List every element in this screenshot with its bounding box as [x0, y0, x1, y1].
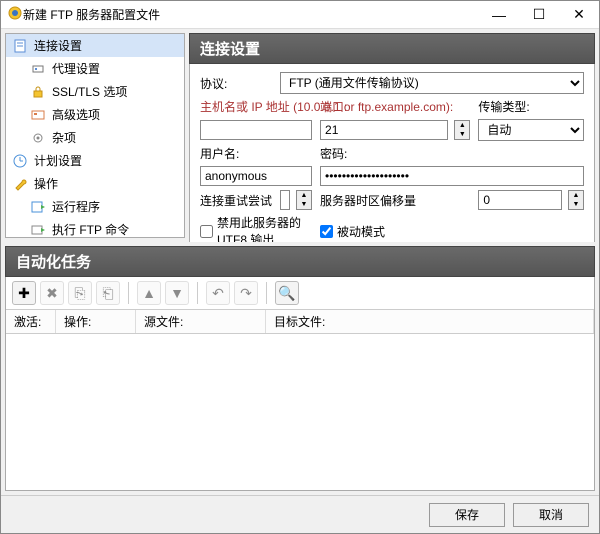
retry-input[interactable] [280, 190, 290, 210]
redo-button[interactable]: ↷ [234, 281, 258, 305]
tz-label: 服务器时区偏移量 [320, 192, 470, 209]
window-title: 新建 FTP 服务器配置文件 [23, 6, 479, 23]
port-input[interactable] [320, 120, 448, 140]
user-input[interactable] [200, 166, 312, 186]
save-button[interactable]: 保存 [429, 503, 505, 527]
sidebar-item-proxy[interactable]: 代理设置 [6, 57, 184, 80]
col-src[interactable]: 源文件: [136, 310, 266, 333]
sidebar-item-label: SSL/TLS 选项 [52, 83, 127, 100]
automation-panel: ✚ ✖ ⎘ ⎗ ▲ ▼ ↶ ↷ 🔍 激活: 操作: 源文件: 目标文件: [5, 277, 595, 491]
sidebar-item-misc[interactable]: 杂项 [6, 126, 184, 149]
tz-input[interactable] [478, 190, 562, 210]
copy-button[interactable]: ⎘ [68, 281, 92, 305]
sidebar-item-label: 执行 FTP 命令 [52, 221, 129, 238]
task-list[interactable] [6, 334, 594, 490]
maximize-button[interactable]: ☐ [519, 1, 559, 29]
col-op[interactable]: 操作: [56, 310, 136, 333]
user-label: 用户名: [200, 145, 312, 162]
lock-icon [30, 84, 46, 100]
sidebar-item-label: 计划设置 [34, 152, 82, 169]
port-label: 端口: [320, 98, 405, 115]
sidebar: 连接设置 代理设置 SSL/TLS 选项 高级选项 杂项 计划设置 操作 运行 [5, 33, 185, 238]
tools-icon [30, 107, 46, 123]
settings-icon [30, 61, 46, 77]
passive-checkbox[interactable]: 被动模式 [320, 223, 584, 240]
pass-input[interactable] [320, 166, 584, 186]
add-button[interactable]: ✚ [12, 281, 36, 305]
pass-label: 密码: [320, 145, 584, 162]
search-button[interactable]: 🔍 [275, 281, 299, 305]
sidebar-item-advanced[interactable]: 高级选项 [6, 103, 184, 126]
tz-spinner[interactable]: ▲▼ [568, 190, 584, 210]
connection-panel: 协议: FTP (通用文件传输协议) 主机名或 IP 地址 (10.0.0.1 … [189, 64, 595, 242]
separator-icon [266, 282, 267, 304]
app-icon [7, 5, 23, 24]
automation-header: 自动化任务 [5, 246, 595, 277]
sidebar-item-run[interactable]: 运行程序 [6, 195, 184, 218]
down-button[interactable]: ▼ [165, 281, 189, 305]
cancel-button[interactable]: 取消 [513, 503, 589, 527]
sidebar-item-ftp-cmd[interactable]: 执行 FTP 命令 [6, 218, 184, 238]
sidebar-item-label: 连接设置 [34, 37, 82, 54]
section-header: 连接设置 [189, 33, 595, 64]
protocol-label: 协议: [200, 75, 272, 92]
wrench-icon [12, 176, 28, 192]
minimize-button[interactable]: — [479, 1, 519, 29]
paste-button[interactable]: ⎗ [96, 281, 120, 305]
separator-icon [128, 282, 129, 304]
retry-spinner[interactable]: ▲▼ [296, 190, 312, 210]
command-icon [30, 222, 46, 238]
port-spinner[interactable]: ▲▼ [454, 120, 470, 140]
remove-button[interactable]: ✖ [40, 281, 64, 305]
column-headers: 激活: 操作: 源文件: 目标文件: [6, 310, 594, 334]
sidebar-item-schedule[interactable]: 计划设置 [6, 149, 184, 172]
undo-button[interactable]: ↶ [206, 281, 230, 305]
sidebar-item-operations[interactable]: 操作 [6, 172, 184, 195]
document-icon [12, 38, 28, 54]
separator-icon [197, 282, 198, 304]
sidebar-item-connection[interactable]: 连接设置 [6, 34, 184, 57]
clock-icon [12, 153, 28, 169]
sidebar-item-label: 运行程序 [52, 198, 100, 215]
titlebar: 新建 FTP 服务器配置文件 — ☐ ✕ [1, 1, 599, 29]
sidebar-item-label: 代理设置 [52, 60, 100, 77]
sidebar-item-label: 操作 [34, 175, 58, 192]
sidebar-item-ssl[interactable]: SSL/TLS 选项 [6, 80, 184, 103]
sidebar-item-label: 杂项 [52, 129, 76, 146]
host-label: 主机名或 IP 地址 (10.0.0.1 or ftp.example.com)… [200, 98, 312, 115]
toolbar: ✚ ✖ ⎘ ⎗ ▲ ▼ ↶ ↷ 🔍 [6, 277, 594, 310]
transfer-select[interactable]: 自动 [478, 119, 584, 141]
gear-icon [30, 130, 46, 146]
utf8-checkbox[interactable]: 禁用此服务器的 UTF8 输出 [200, 214, 312, 242]
protocol-select[interactable]: FTP (通用文件传输协议) [280, 72, 584, 94]
play-icon [30, 199, 46, 215]
up-button[interactable]: ▲ [137, 281, 161, 305]
col-dst[interactable]: 目标文件: [266, 310, 594, 333]
retry-label: 连接重试尝试 [200, 192, 272, 209]
col-active[interactable]: 激活: [6, 310, 56, 333]
footer: 保存 取消 [1, 495, 599, 533]
close-button[interactable]: ✕ [559, 1, 599, 29]
transfer-label: 传输类型: [478, 98, 584, 115]
sidebar-item-label: 高级选项 [52, 106, 100, 123]
host-input[interactable] [200, 120, 312, 140]
